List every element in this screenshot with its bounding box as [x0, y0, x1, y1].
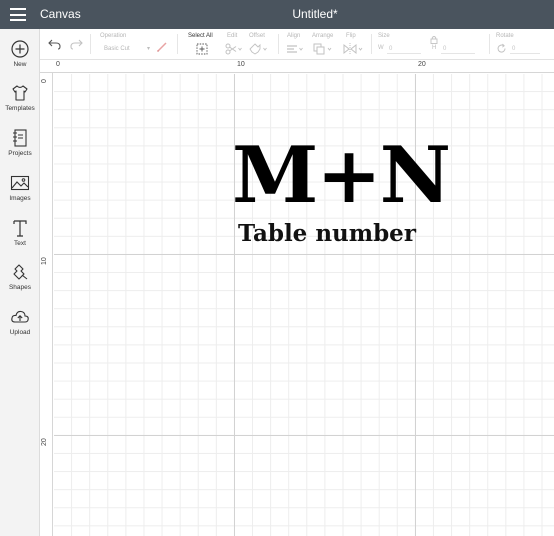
- select-all-label: Select All: [188, 33, 213, 39]
- offset-label: Offset: [249, 33, 265, 39]
- ruler-label: 0: [41, 79, 48, 83]
- sidebar-item-projects[interactable]: Projects: [0, 128, 40, 170]
- divider: [90, 34, 91, 54]
- sidebar-item-label: New: [13, 61, 27, 68]
- ruler-label: 10: [237, 61, 245, 68]
- ruler-left: 0 10 20: [40, 73, 53, 536]
- lock-icon[interactable]: [430, 35, 438, 44]
- sidebar-item-label: Upload: [9, 329, 31, 336]
- size-group: Size W 0 H 0: [378, 29, 480, 60]
- title-bar: Canvas Untitled*: [0, 0, 554, 29]
- text-design-group[interactable]: M+N Table number: [232, 134, 451, 248]
- rotate-group: Rotate 0: [496, 29, 551, 60]
- sidebar-item-templates[interactable]: Templates: [0, 83, 40, 125]
- size-label: Size: [378, 33, 390, 39]
- sidebar-item-images[interactable]: Images: [0, 173, 40, 215]
- sidebar-item-label: Shapes: [8, 284, 32, 291]
- sidebar-item-text[interactable]: Text: [0, 218, 40, 260]
- plus-circle-icon: [11, 40, 29, 58]
- projects-icon: [13, 129, 27, 147]
- sidebar-item-label: Projects: [8, 150, 32, 157]
- arrange-label: Arrange: [312, 33, 334, 39]
- ruler-label: 20: [41, 438, 48, 446]
- design-canvas[interactable]: M+N Table number: [54, 74, 554, 536]
- sidebar-item-label: Templates: [5, 105, 35, 112]
- undo-icon[interactable]: [48, 38, 62, 50]
- offset-icon: [249, 43, 267, 55]
- tshirt-icon: [12, 85, 28, 101]
- left-sidebar: New Templates Projects Images Text Shape…: [0, 29, 40, 536]
- arrange-icon: [313, 43, 332, 55]
- sidebar-item-label: Text: [14, 240, 26, 247]
- document-title[interactable]: Untitled*: [0, 7, 554, 21]
- toolbar: Operation Basic Cut Select All Edit Offs…: [40, 29, 554, 60]
- edit-button[interactable]: Edit: [225, 29, 247, 60]
- flip-icon: [343, 43, 363, 55]
- sidebar-item-shapes[interactable]: Shapes: [0, 262, 40, 304]
- operation-label: Operation: [100, 33, 127, 39]
- ruler-label: 20: [418, 61, 426, 68]
- ruler-label: 10: [41, 257, 48, 265]
- align-icon: [287, 45, 303, 53]
- edit-label: Edit: [227, 33, 238, 39]
- sidebar-item-upload[interactable]: Upload: [0, 307, 40, 349]
- sidebar-item-new[interactable]: New: [0, 39, 40, 81]
- offset-button[interactable]: Offset: [248, 29, 274, 60]
- width-input[interactable]: 0: [387, 44, 421, 54]
- image-icon: [10, 175, 30, 191]
- scissors-icon: [225, 43, 242, 55]
- flip-label: Flip: [346, 33, 356, 39]
- ruler-top: 0 10 20: [40, 60, 554, 73]
- operation-select[interactable]: Basic Cut: [100, 44, 150, 54]
- table-number-text[interactable]: Table number: [232, 220, 422, 247]
- shapes-icon: [13, 264, 28, 280]
- divider: [177, 34, 178, 54]
- align-label: Align: [287, 33, 301, 39]
- monogram-text[interactable]: M+N: [232, 134, 451, 218]
- ruler-label: 0: [56, 61, 60, 68]
- rotate-label: Rotate: [496, 33, 514, 39]
- text-icon: [13, 220, 27, 237]
- pen-icon[interactable]: [156, 41, 168, 53]
- flip-button[interactable]: Flip: [343, 29, 367, 60]
- divider: [278, 34, 279, 54]
- height-input[interactable]: 0: [441, 44, 475, 54]
- divider: [371, 34, 372, 54]
- sidebar-item-label: Images: [9, 195, 31, 202]
- redo-icon[interactable]: [69, 38, 83, 50]
- height-label: H: [432, 45, 437, 51]
- select-all-icon: [196, 43, 208, 55]
- divider: [489, 34, 490, 54]
- select-all-button[interactable]: Select All: [188, 29, 218, 60]
- align-button[interactable]: Align: [286, 29, 308, 60]
- rotate-icon: [497, 43, 506, 53]
- rotate-input[interactable]: 0: [510, 44, 540, 54]
- arrange-button[interactable]: Arrange: [312, 29, 340, 60]
- upload-cloud-icon: [11, 310, 29, 323]
- width-label: W: [378, 45, 384, 51]
